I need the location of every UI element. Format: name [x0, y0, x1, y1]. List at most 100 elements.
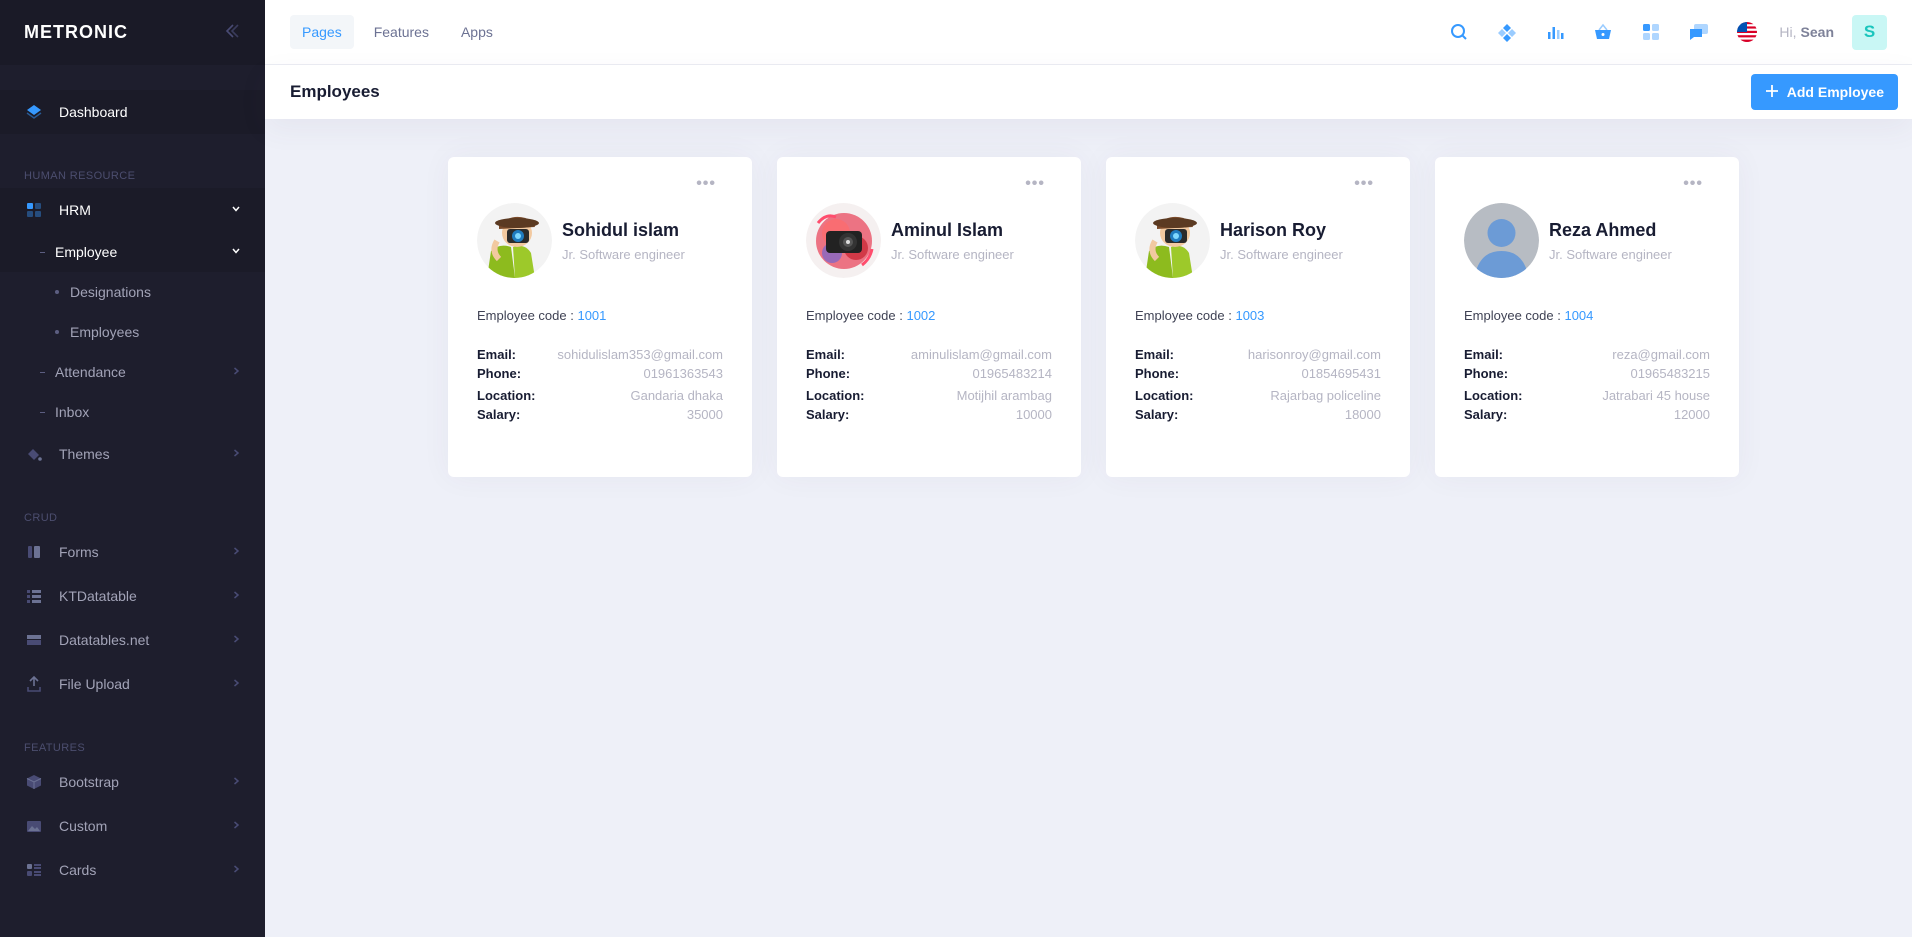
- location-value: Gandaria dhaka: [630, 388, 723, 403]
- list-icon: [24, 586, 44, 606]
- camera-art-avatar-icon: [806, 203, 881, 278]
- section-title-human-resource: HUMAN RESOURCE: [24, 170, 136, 182]
- sidebar-subitem-employees[interactable]: Employees: [0, 312, 265, 352]
- employee-name[interactable]: Harison Roy: [1220, 220, 1343, 241]
- bullet-line-icon: [40, 251, 45, 253]
- email-label: Email:: [1135, 347, 1175, 362]
- sidebar-item-cards[interactable]: Cards: [0, 848, 265, 892]
- apps-icon[interactable]: [1631, 12, 1671, 52]
- plus-icon: [1765, 82, 1779, 103]
- sidebar-toggle-icon[interactable]: [223, 20, 241, 46]
- default-person-avatar-icon: [1464, 203, 1539, 278]
- brand-logo[interactable]: METRONIC: [24, 22, 128, 43]
- sidebar-subitem-label: Inbox: [55, 404, 90, 420]
- email-label: Email:: [477, 347, 517, 362]
- employee-code-value: 1004: [1564, 308, 1594, 323]
- sidebar-item-label: Themes: [59, 446, 110, 462]
- greeting-text: Hi, Sean: [1779, 24, 1834, 40]
- phone-label: Phone:: [1464, 366, 1509, 381]
- cards-icon: [24, 860, 44, 880]
- sidebar-menu: Dashboard HUMAN RESOURCE HRM Employee De…: [0, 65, 265, 892]
- chevron-down-icon: [231, 203, 241, 217]
- chat-icon[interactable]: [1679, 12, 1719, 52]
- employee-code: Employee code : 1004: [1464, 308, 1710, 323]
- bullet-line-icon: [40, 371, 45, 373]
- basket-icon[interactable]: [1583, 12, 1623, 52]
- employee-name[interactable]: Aminul Islam: [891, 220, 1014, 241]
- chevron-right-icon: [231, 863, 241, 877]
- tab-features[interactable]: Features: [362, 15, 441, 49]
- employee-details: Email: harisonroy@gmail.com Phone: 0185469…: [1135, 345, 1381, 424]
- sidebar-subitem-inbox[interactable]: Inbox: [0, 392, 265, 432]
- sidebar-item-label: Datatables.net: [59, 632, 150, 648]
- card-header: Reza Ahmed Jr. Software engineer: [1464, 203, 1710, 278]
- phone-value: 01961363543: [643, 366, 723, 381]
- sidebar-subitem-designations[interactable]: Designations: [0, 272, 265, 312]
- add-employee-button[interactable]: Add Employee: [1750, 74, 1898, 110]
- card-info: Aminul Islam Jr. Software engineer: [891, 220, 1014, 262]
- location-row: Location: Rajarbag policeline: [1135, 386, 1381, 405]
- salary-label: Salary:: [806, 407, 850, 422]
- chart-icon[interactable]: [1535, 12, 1575, 52]
- phone-label: Phone:: [1135, 366, 1180, 381]
- user-avatar[interactable]: S: [1852, 14, 1887, 50]
- phone-row: Phone: 01965483214: [806, 364, 1052, 383]
- email-value[interactable]: reza@gmail.com: [1612, 345, 1710, 364]
- phone-row: Phone: 01965483215: [1464, 364, 1710, 383]
- chevron-right-icon: [231, 365, 241, 379]
- employee-code-label: Employee code :: [1135, 308, 1232, 323]
- employee-name[interactable]: Reza Ahmed: [1549, 220, 1672, 241]
- location-value: Rajarbag policeline: [1270, 388, 1381, 403]
- top-tabs: Pages Features Apps: [290, 15, 505, 49]
- sidebar-item-ktdatatable[interactable]: KTDatatable: [0, 574, 265, 618]
- location-row: Location: Motijhil arambag: [806, 386, 1052, 405]
- sidebar-item-themes[interactable]: Themes: [0, 432, 265, 476]
- layers-icon[interactable]: [1487, 12, 1527, 52]
- tab-apps[interactable]: Apps: [449, 15, 505, 49]
- location-row: Location: Jatrabari 45 house: [1464, 386, 1710, 405]
- card-info: Sohidul islam Jr. Software engineer: [562, 220, 685, 262]
- employee-card-1002: ••• Aminul Islam Jr. Software engineer E…: [777, 157, 1081, 477]
- sidebar-item-hrm[interactable]: HRM: [0, 188, 265, 232]
- us-flag-icon[interactable]: [1727, 12, 1767, 52]
- sidebar-item-forms[interactable]: Forms: [0, 530, 265, 574]
- user-name: Sean: [1800, 24, 1834, 40]
- email-value[interactable]: aminulislam@gmail.com: [911, 345, 1052, 364]
- employee-role: Jr. Software engineer: [562, 246, 685, 262]
- location-label: Location:: [477, 388, 536, 403]
- table-icon: [24, 630, 44, 650]
- employee-card-1004: ••• Reza Ahmed Jr. Software engineer Emp…: [1435, 157, 1739, 477]
- email-value[interactable]: sohidulislam353@gmail.com: [557, 345, 723, 364]
- salary-value: 10000: [1015, 407, 1052, 422]
- salary-row: Salary: 18000: [1135, 405, 1381, 424]
- more-options-icon[interactable]: •••: [1025, 175, 1045, 193]
- more-options-icon[interactable]: •••: [1354, 175, 1374, 193]
- chevron-right-icon: [231, 677, 241, 691]
- salary-row: Salary: 10000: [806, 405, 1052, 424]
- more-options-icon[interactable]: •••: [1683, 175, 1703, 193]
- bullet-dot-icon: [55, 290, 59, 294]
- employee-name[interactable]: Sohidul islam: [562, 220, 685, 241]
- salary-value: 12000: [1673, 407, 1710, 422]
- sidebar-item-bootstrap[interactable]: Bootstrap: [0, 760, 265, 804]
- card-header: Aminul Islam Jr. Software engineer: [806, 203, 1052, 278]
- email-label: Email:: [806, 347, 846, 362]
- more-options-icon[interactable]: •••: [696, 175, 716, 193]
- search-icon[interactable]: [1439, 12, 1479, 52]
- sidebar-subitem-employee[interactable]: Employee: [0, 232, 265, 272]
- sidebar-item-datatables[interactable]: Datatables.net: [0, 618, 265, 662]
- tab-pages[interactable]: Pages: [290, 15, 354, 49]
- photographer-avatar-icon: [1135, 203, 1210, 278]
- image-icon: [24, 816, 44, 836]
- sidebar-item-file-upload[interactable]: File Upload: [0, 662, 265, 706]
- phone-value: 01965483214: [972, 366, 1052, 381]
- salary-label: Salary:: [477, 407, 521, 422]
- card-info: Harison Roy Jr. Software engineer: [1220, 220, 1343, 262]
- sidebar-item-label: Dashboard: [59, 104, 128, 120]
- email-value[interactable]: harisonroy@gmail.com: [1248, 345, 1381, 364]
- sidebar-item-label: HRM: [59, 202, 91, 218]
- sidebar-item-dashboard[interactable]: Dashboard: [0, 90, 265, 134]
- sidebar-item-custom[interactable]: Custom: [0, 804, 265, 848]
- sidebar-subitem-attendance[interactable]: Attendance: [0, 352, 265, 392]
- brand-bar: METRONIC: [0, 0, 265, 65]
